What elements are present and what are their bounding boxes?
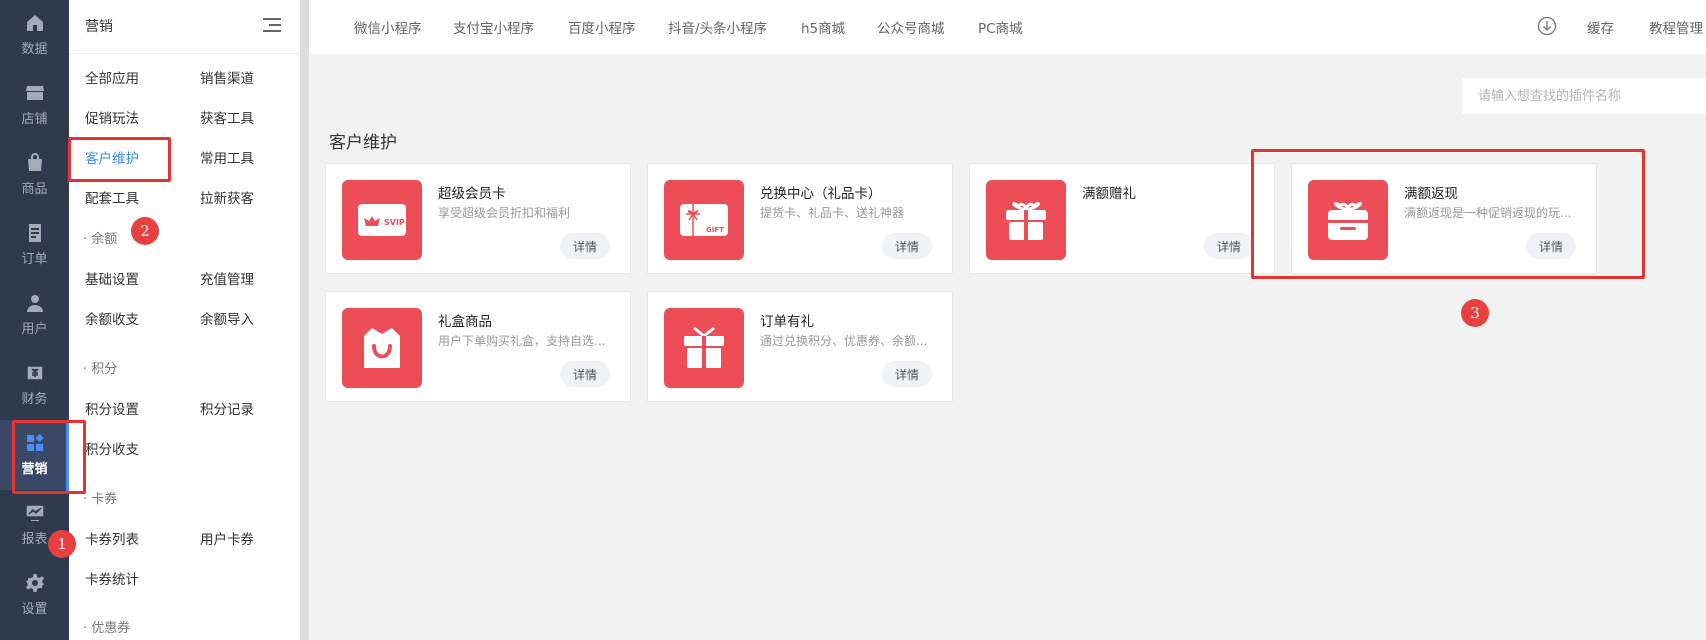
card-desc: 提货卡、礼品卡、送礼神器 bbox=[760, 206, 905, 220]
menu-basic-settings[interactable]: 基础设置 bbox=[85, 268, 139, 288]
rail-item-goods[interactable]: 商品 bbox=[0, 140, 69, 210]
section-coupons: · 卡券 bbox=[83, 492, 118, 507]
menu-collapse-icon[interactable] bbox=[263, 18, 281, 34]
card-desc: 享受超级会员折扣和福利 bbox=[438, 206, 571, 220]
step-badge-1: 1 bbox=[48, 530, 76, 558]
menu-balance-flow[interactable]: 余额收支 bbox=[85, 308, 139, 328]
menu-coupon-list[interactable]: 卡券列表 bbox=[85, 528, 139, 548]
highlight-cashback-card bbox=[1251, 149, 1645, 279]
card-title: 满额赠礼 bbox=[1082, 186, 1136, 202]
marketing-submenu: 营销 全部应用 销售渠道 促销玩法 获客工具 客户维护 常用工具 配套工具 拉新… bbox=[69, 0, 300, 640]
details-button[interactable]: 详情 bbox=[560, 361, 610, 387]
details-button[interactable]: 详情 bbox=[560, 233, 610, 259]
gift-box-icon bbox=[664, 308, 744, 388]
tab-wechat-miniapp[interactable]: 微信小程序 bbox=[354, 17, 422, 37]
tutorial-link[interactable]: 教程管理 bbox=[1649, 17, 1703, 37]
card-title: 礼盒商品 bbox=[438, 314, 492, 330]
menu-recharge[interactable]: 充值管理 bbox=[200, 268, 254, 288]
plugin-search-input[interactable] bbox=[1462, 78, 1706, 114]
highlight-marketing bbox=[12, 420, 86, 494]
details-button[interactable]: 详情 bbox=[882, 361, 932, 387]
rail-item-settings[interactable]: 设置 bbox=[0, 560, 69, 630]
download-icon[interactable] bbox=[1537, 16, 1557, 36]
menu-new-customers[interactable]: 拉新获客 bbox=[200, 187, 254, 207]
finance-icon bbox=[25, 365, 44, 381]
menu-user-coupons[interactable]: 用户卡券 bbox=[200, 528, 254, 548]
rail-item-finance[interactable]: 财务 bbox=[0, 350, 69, 420]
tab-baidu-miniapp[interactable]: 百度小程序 bbox=[568, 17, 636, 37]
order-icon bbox=[28, 224, 41, 242]
section-balance: · 余额 bbox=[83, 232, 118, 247]
plugin-card-super-vip[interactable]: SVIP 超级会员卡 享受超级会员折扣和福利 详情 bbox=[325, 163, 631, 274]
highlight-customer-care bbox=[68, 137, 171, 182]
menu-points-records[interactable]: 积分记录 bbox=[200, 398, 254, 418]
plugin-card-order-gift[interactable]: 订单有礼 通过兑换积分、优惠券、余额... 详情 bbox=[647, 291, 953, 402]
rail-item-store[interactable]: 店铺 bbox=[0, 70, 69, 140]
card-title: 订单有礼 bbox=[760, 314, 814, 330]
bag-icon bbox=[27, 153, 42, 171]
store-icon bbox=[25, 86, 44, 100]
menu-supporting-tools[interactable]: 配套工具 bbox=[85, 187, 139, 207]
cache-link[interactable]: 缓存 bbox=[1587, 17, 1614, 37]
card-desc: 用户下单购买礼盒，支持自选... bbox=[438, 334, 606, 348]
menu-points-flow[interactable]: 积分收支 bbox=[85, 438, 139, 458]
plugin-card-full-gift[interactable]: 满额赠礼 详情 bbox=[969, 163, 1275, 274]
card-title: 超级会员卡 bbox=[438, 186, 506, 202]
card-desc: 通过兑换积分、优惠券、余额... bbox=[760, 334, 928, 348]
menu-coupon-stats[interactable]: 卡券统计 bbox=[85, 568, 139, 588]
menu-all-apps[interactable]: 全部应用 bbox=[85, 67, 139, 87]
tab-official-account-store[interactable]: 公众号商城 bbox=[877, 17, 945, 37]
section-vouchers: · 优惠券 bbox=[83, 621, 131, 636]
tab-h5-store[interactable]: h5商城 bbox=[801, 17, 845, 37]
svip-card-icon: SVIP bbox=[342, 180, 422, 260]
gift-card-icon: GIFT bbox=[664, 180, 744, 260]
section-points: · 积分 bbox=[83, 362, 118, 377]
submenu-scrollbar[interactable] bbox=[300, 0, 309, 640]
rail-item-orders[interactable]: 订单 bbox=[0, 210, 69, 280]
svg-text:SVIP: SVIP bbox=[384, 218, 405, 227]
user-icon bbox=[26, 295, 43, 312]
report-icon bbox=[24, 504, 45, 521]
menu-common-tools[interactable]: 常用工具 bbox=[200, 147, 254, 167]
plugin-card-exchange-center[interactable]: GIFT 兑换中心（礼品卡） 提货卡、礼品卡、送礼神器 详情 bbox=[647, 163, 953, 274]
tab-pc-store[interactable]: PC商城 bbox=[978, 17, 1023, 37]
top-bar: 微信小程序 支付宝小程序 百度小程序 抖音/头条小程序 h5商城 公众号商城 P… bbox=[309, 0, 1706, 54]
rail-item-data[interactable]: 数据 bbox=[0, 0, 69, 70]
submenu-title: 营销 bbox=[85, 19, 113, 35]
step-badge-3: 3 bbox=[1461, 299, 1489, 327]
step-badge-2: 2 bbox=[131, 217, 159, 245]
details-button[interactable]: 详情 bbox=[882, 233, 932, 259]
section-title: 客户维护 bbox=[329, 133, 397, 153]
card-title: 兑换中心（礼品卡） bbox=[760, 186, 882, 202]
shopping-bag-icon bbox=[342, 308, 422, 388]
plugin-card-gift-box-goods[interactable]: 礼盒商品 用户下单购买礼盒，支持自选... 详情 bbox=[325, 291, 631, 402]
menu-balance-import[interactable]: 余额导入 bbox=[200, 308, 254, 328]
gear-icon bbox=[25, 574, 44, 592]
menu-promotions[interactable]: 促销玩法 bbox=[85, 107, 139, 127]
home-icon bbox=[26, 15, 43, 31]
menu-sales-channel[interactable]: 销售渠道 bbox=[200, 67, 254, 87]
tab-alipay-miniapp[interactable]: 支付宝小程序 bbox=[453, 17, 534, 37]
svg-text:GIFT: GIFT bbox=[706, 226, 724, 234]
tab-douyin-miniapp[interactable]: 抖音/头条小程序 bbox=[668, 17, 767, 37]
menu-acquisition-tools[interactable]: 获客工具 bbox=[200, 107, 254, 127]
details-button[interactable]: 详情 bbox=[1204, 233, 1254, 259]
submenu-header: 营销 bbox=[69, 0, 300, 54]
menu-points-settings[interactable]: 积分设置 bbox=[85, 398, 139, 418]
gift-box-icon bbox=[986, 180, 1066, 260]
rail-item-users[interactable]: 用户 bbox=[0, 280, 69, 350]
